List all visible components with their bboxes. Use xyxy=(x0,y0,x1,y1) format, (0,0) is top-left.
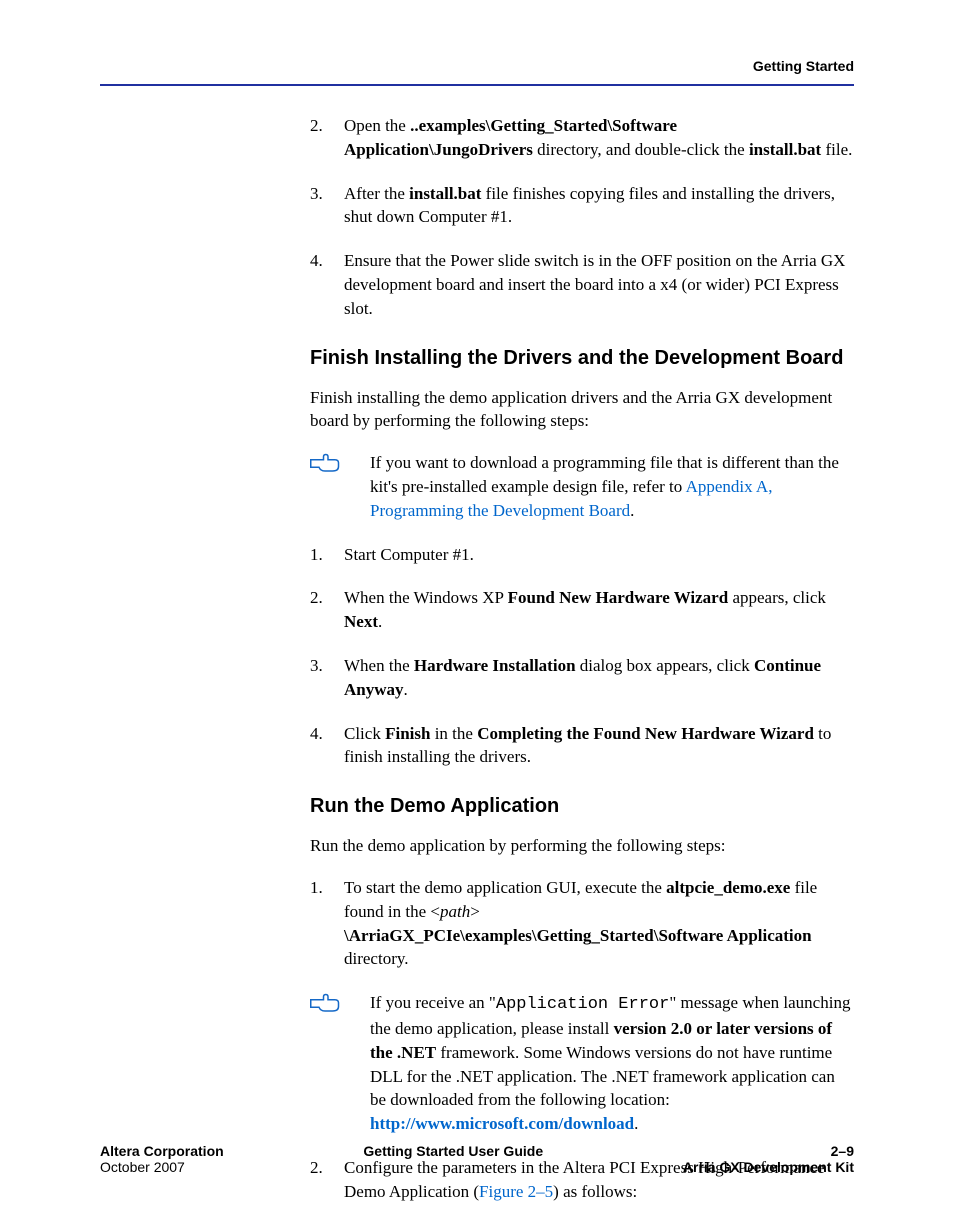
list-body: When the Hardware Installation dialog bo… xyxy=(344,654,854,702)
pointing-hand-icon xyxy=(310,451,370,522)
text: . xyxy=(404,680,408,699)
text: > xyxy=(470,902,480,921)
note-application-error: If you receive an "Application Error" me… xyxy=(310,991,854,1136)
text: file. xyxy=(821,140,852,159)
bold: altpcie_demo.exe xyxy=(666,878,790,897)
list-number: 3. xyxy=(310,182,344,230)
text: . xyxy=(378,612,382,631)
list-number: 1. xyxy=(310,876,344,971)
list-body: Click Finish in the Completing the Found… xyxy=(344,722,854,770)
text: in the xyxy=(430,724,477,743)
list-number: 4. xyxy=(310,249,344,320)
text: . xyxy=(630,501,634,520)
list-number: 3. xyxy=(310,654,344,702)
note-appendix: If you want to download a programming fi… xyxy=(310,451,854,522)
list-number: 1. xyxy=(310,543,344,567)
footer-date: October 2007 xyxy=(100,1159,224,1175)
path-bold: \ArriaGX_PCIe\examples\Getting_Started\S… xyxy=(344,926,812,945)
file-bold: install.bat xyxy=(409,184,481,203)
bold: Found New Hardware Wizard xyxy=(508,588,729,607)
bold: Next xyxy=(344,612,378,631)
list-body: Start Computer #1. xyxy=(344,543,854,567)
list-body: To start the demo application GUI, execu… xyxy=(344,876,854,971)
italic-path: path xyxy=(440,902,470,921)
finish-intro-paragraph: Finish installing the demo application d… xyxy=(310,386,854,434)
step-1-start-computer: 1. Start Computer #1. xyxy=(310,543,854,567)
text: directory, and double-click the xyxy=(533,140,749,159)
step-1-start-demo-gui: 1. To start the demo application GUI, ex… xyxy=(310,876,854,971)
text: framework. Some Windows versions do not … xyxy=(370,1043,835,1110)
footer-company: Altera Corporation xyxy=(100,1143,224,1159)
text: directory. xyxy=(344,949,409,968)
list-body: When the Windows XP Found New Hardware W… xyxy=(344,586,854,634)
header-rule xyxy=(100,84,854,86)
bold: Finish xyxy=(385,724,430,743)
footer-page-number: 2–9 xyxy=(683,1143,854,1159)
text: Open the xyxy=(344,116,410,135)
text: After the xyxy=(344,184,409,203)
note-text: If you receive an "Application Error" me… xyxy=(370,991,854,1136)
run-intro-paragraph: Run the demo application by performing t… xyxy=(310,834,854,858)
list-body: Ensure that the Power slide switch is in… xyxy=(344,249,854,320)
link-microsoft-download[interactable]: http://www.microsoft.com/download xyxy=(370,1114,634,1133)
footer-center: Getting Started User Guide xyxy=(363,1143,543,1175)
page: Getting Started 2. Open the ..examples\G… xyxy=(0,0,954,1227)
text: If you receive an " xyxy=(370,993,496,1012)
list-number: 2. xyxy=(310,586,344,634)
text: To start the demo application GUI, execu… xyxy=(344,878,666,897)
text: dialog box appears, click xyxy=(576,656,754,675)
list-body: After the install.bat file finishes copy… xyxy=(344,182,854,230)
code-text: Application Error xyxy=(496,995,669,1014)
step-2-hardware-wizard: 2. When the Windows XP Found New Hardwar… xyxy=(310,586,854,634)
footer-right: 2–9 Arria GX Development Kit xyxy=(683,1143,854,1175)
step-3-after-install: 3. After the install.bat file finishes c… xyxy=(310,182,854,230)
text: Click xyxy=(344,724,385,743)
page-footer: Altera Corporation October 2007 Getting … xyxy=(100,1143,854,1175)
footer-left: Altera Corporation October 2007 xyxy=(100,1143,224,1175)
bold: Completing the Found New Hardware Wizard xyxy=(477,724,814,743)
note-text: If you want to download a programming fi… xyxy=(370,451,854,522)
list-number: 4. xyxy=(310,722,344,770)
list-body: Open the ..examples\Getting_Started\Soft… xyxy=(344,114,854,162)
text: When the xyxy=(344,656,414,675)
running-header: Getting Started xyxy=(100,58,854,74)
body-column: 2. Open the ..examples\Getting_Started\S… xyxy=(310,114,854,1204)
step-4-power-switch: 4. Ensure that the Power slide switch is… xyxy=(310,249,854,320)
pointing-hand-icon xyxy=(310,991,370,1136)
heading-finish-installing: Finish Installing the Drivers and the De… xyxy=(310,347,854,370)
heading-run-demo: Run the Demo Application xyxy=(310,795,854,818)
footer-kit-name: Arria GX Development Kit xyxy=(683,1159,854,1175)
step-4-click-finish: 4. Click Finish in the Completing the Fo… xyxy=(310,722,854,770)
text: ) as follows: xyxy=(553,1182,637,1201)
link-figure-2-5[interactable]: Figure 2–5 xyxy=(479,1182,553,1201)
bold: Hardware Installation xyxy=(414,656,576,675)
step-2-open-examples: 2. Open the ..examples\Getting_Started\S… xyxy=(310,114,854,162)
step-3-hardware-installation: 3. When the Hardware Installation dialog… xyxy=(310,654,854,702)
list-number: 2. xyxy=(310,114,344,162)
text: . xyxy=(634,1114,638,1133)
text: appears, click xyxy=(728,588,826,607)
file-bold: install.bat xyxy=(749,140,821,159)
text: When the Windows XP xyxy=(344,588,508,607)
